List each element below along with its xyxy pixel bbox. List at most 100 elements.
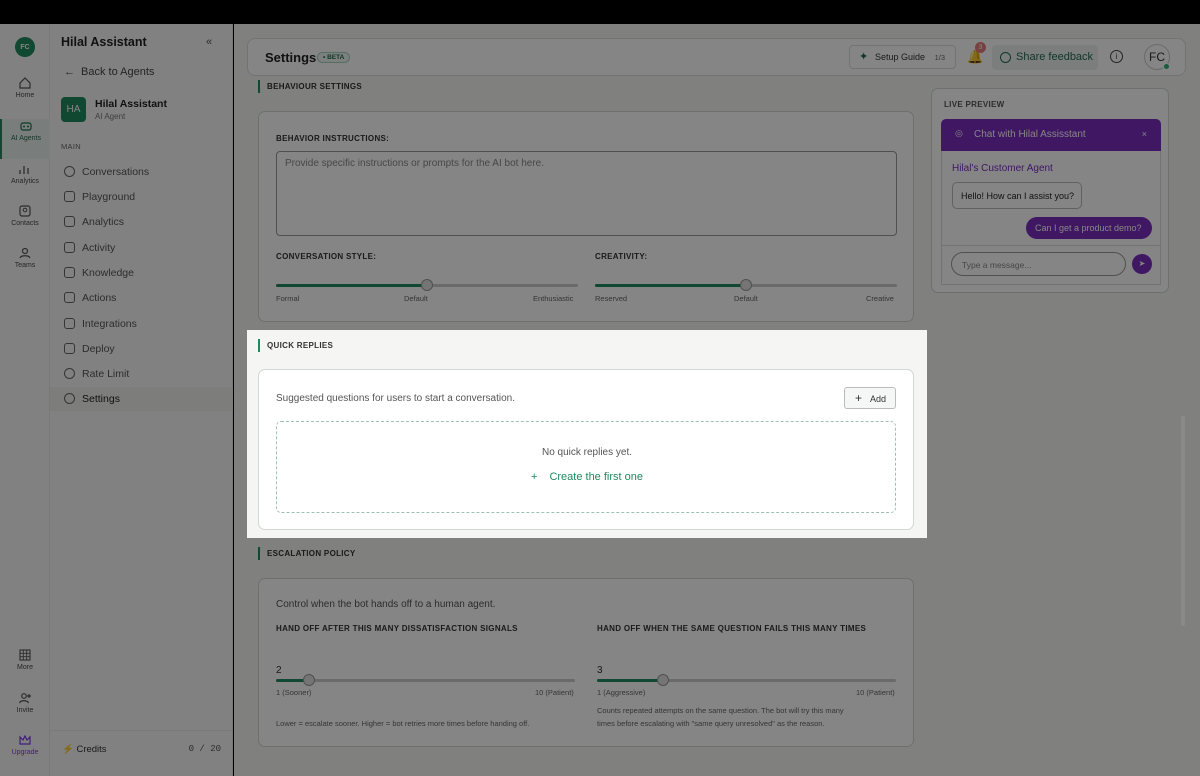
- grid-icon: [19, 649, 31, 661]
- sidebar-item-actions[interactable]: Actions: [50, 286, 233, 310]
- quick-replies-description: Suggested questions for users to start a…: [276, 393, 516, 404]
- chat-body: Hilal's Customer Agent Hello! How can I …: [941, 151, 1161, 285]
- beta-badge: • BETA: [317, 52, 351, 63]
- conversation-style-label: CONVERSATION STYLE:: [276, 252, 377, 261]
- sidebar-item-integrations[interactable]: Integrations: [50, 312, 233, 336]
- sidebar-item-settings[interactable]: Settings: [50, 387, 233, 411]
- same-question-fill: [597, 679, 664, 682]
- conversation-style-slider[interactable]: [276, 279, 578, 291]
- creativity-mid-label: Default: [734, 294, 758, 303]
- rail-teams[interactable]: Teams: [0, 246, 50, 286]
- home-icon: [19, 77, 31, 89]
- book-icon: [64, 267, 75, 278]
- main-scrollbar[interactable]: [1181, 416, 1185, 626]
- add-quick-reply-button[interactable]: + Add: [844, 387, 896, 409]
- escalation-description: Control when the bot hands off to a huma…: [276, 599, 496, 610]
- setup-guide-button[interactable]: ✦ Setup Guide 1/3: [849, 45, 956, 69]
- back-to-agents-link[interactable]: ← Back to Agents: [64, 66, 154, 78]
- sidebar-item-activity[interactable]: Activity: [50, 236, 233, 260]
- sidebar-item-analytics[interactable]: Analytics: [50, 210, 233, 234]
- section-accent: [258, 80, 260, 93]
- user-plus-icon: [18, 693, 31, 704]
- dissatisfaction-handle[interactable]: [303, 674, 316, 686]
- creativity-slider[interactable]: [595, 279, 897, 291]
- empty-state-text: No quick replies yet.: [541, 447, 633, 458]
- escalation-card: Control when the bot hands off to a huma…: [258, 578, 914, 747]
- send-icon[interactable]: ➤: [1132, 254, 1152, 274]
- top-black-bar: [0, 0, 1200, 24]
- bot-message-bubble: Hello! How can I assist you?: [952, 182, 1082, 209]
- sidebar-item-conversations[interactable]: Conversations: [50, 160, 233, 184]
- style-handle[interactable]: [421, 279, 433, 291]
- plug-icon: [64, 318, 75, 329]
- agent-type: AI Agent: [95, 112, 126, 121]
- rail-ai-agents[interactable]: AI Agents: [0, 119, 50, 159]
- sidebar-item-knowledge[interactable]: Knowledge: [50, 261, 233, 285]
- workspace-logo[interactable]: FC: [15, 37, 35, 57]
- rail-analytics[interactable]: Analytics: [0, 162, 50, 202]
- creativity-handle[interactable]: [740, 279, 752, 291]
- dissatisfaction-max-label: 10 (Patient): [535, 688, 574, 697]
- same-question-slider[interactable]: [597, 674, 896, 686]
- same-question-min-label: 1 (Aggressive): [597, 688, 646, 697]
- dissatisfaction-slider[interactable]: [276, 674, 575, 686]
- creativity-label: CREATIVITY:: [595, 252, 648, 261]
- section-accent: [258, 339, 260, 352]
- robot-icon: [20, 122, 32, 131]
- page-header: Settings • BETA ✦ Setup Guide 1/3 🔔 3 Share…: [247, 38, 1186, 76]
- same-question-note-line2: times before escalating with "same query…: [597, 719, 825, 728]
- credits-label: ⚡ Credits: [62, 744, 107, 755]
- sidebar-item-playground[interactable]: Playground: [50, 185, 233, 209]
- same-question-note-line1: Counts repeated attempts on the same que…: [597, 706, 844, 715]
- create-first-quick-reply-link[interactable]: + Create the first one: [277, 471, 897, 483]
- sidebar-item-rate-limit[interactable]: Rate Limit: [50, 362, 233, 386]
- user-avatar[interactable]: FC: [1144, 44, 1170, 70]
- notification-count: 3: [975, 42, 986, 53]
- quick-replies-section-title: QUICK REPLIES: [267, 341, 334, 350]
- page-title: Settings: [265, 50, 317, 65]
- creativity-max-label: Creative: [866, 294, 894, 303]
- bot-icon: ◎: [955, 128, 963, 138]
- rail-contacts[interactable]: Contacts: [0, 204, 50, 244]
- clock-icon: [64, 368, 75, 379]
- notifications-bell-icon[interactable]: 🔔 3: [967, 42, 986, 65]
- agent-sidebar: Hilal Assistant « ← Back to Agents HA Hil…: [50, 24, 233, 776]
- rail-upgrade[interactable]: Upgrade: [0, 733, 50, 773]
- rail-invite[interactable]: Invite: [0, 691, 50, 731]
- rail-more[interactable]: More: [0, 648, 50, 688]
- behavior-instructions-textarea[interactable]: Provide specific instructions or prompts…: [276, 151, 897, 236]
- rail-home[interactable]: Home: [0, 76, 50, 116]
- close-icon[interactable]: ×: [1142, 129, 1147, 139]
- dissatisfaction-min-label: 1 (Sooner): [276, 688, 312, 697]
- chat-header: ◎ Chat with Hilal Assisstant ×: [941, 119, 1161, 151]
- icon-rail: FC Home AI Agents Analytics Contacts Tea…: [0, 24, 50, 776]
- style-min-label: Formal: [276, 294, 300, 303]
- user-message-bubble: Can I get a product demo?: [1026, 217, 1152, 239]
- dissatisfaction-note: Lower = escalate sooner. Higher = bot re…: [276, 719, 530, 728]
- collapse-sidebar-icon[interactable]: «: [206, 36, 212, 48]
- chat-message-input[interactable]: Type a message...: [951, 252, 1126, 276]
- chat-icon: [64, 166, 75, 177]
- chat-divider: [942, 245, 1160, 246]
- same-question-max-label: 10 (Patient): [856, 688, 895, 697]
- activity-icon: [64, 242, 75, 253]
- credits-bar[interactable]: ⚡ Credits 0 / 20: [50, 730, 233, 770]
- plus-icon: +: [531, 471, 538, 483]
- sidebar-item-deploy[interactable]: Deploy: [50, 337, 233, 361]
- same-question-label: HAND OFF WHEN THE SAME QUESTION FAILS TH…: [597, 624, 867, 633]
- agent-name: Hilal Assistant: [95, 98, 167, 110]
- creativity-fill: [595, 284, 746, 287]
- sparkle-icon: ✦: [859, 51, 869, 63]
- info-icon[interactable]: i: [1110, 50, 1123, 63]
- same-question-handle[interactable]: [657, 674, 670, 686]
- share-feedback-button[interactable]: Share feedback: [992, 45, 1098, 70]
- instructions-label: BEHAVIOR INSTRUCTIONS:: [276, 134, 390, 143]
- arrow-left-icon: ←: [64, 66, 75, 78]
- escalation-section-title: ESCALATION POLICY: [267, 549, 356, 558]
- rocket-icon: [64, 343, 75, 354]
- plus-icon: +: [855, 391, 863, 405]
- credits-value: 0 / 20: [188, 744, 221, 754]
- behaviour-card: BEHAVIOR INSTRUCTIONS: Provide specific …: [258, 111, 914, 322]
- dissatisfaction-value: 2: [276, 665, 282, 676]
- online-status-dot: [1163, 63, 1170, 70]
